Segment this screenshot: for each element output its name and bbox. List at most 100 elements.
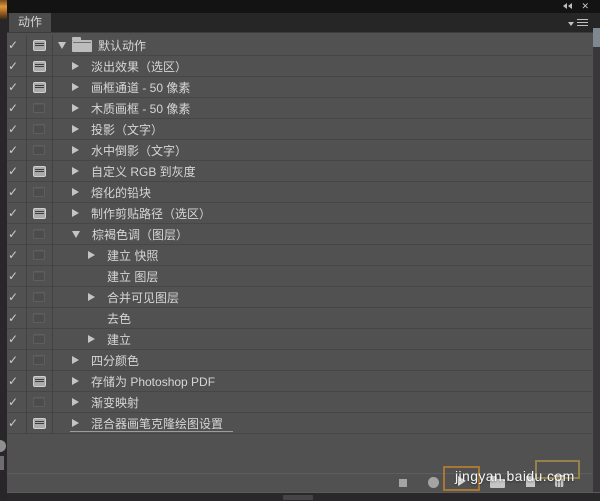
action-row[interactable]: ✓ 自定义 RGB 到灰度 [0,161,592,182]
action-label: 渐变映射 [91,394,139,411]
tab-actions[interactable]: 动作 [9,13,51,32]
actions-list: ✓ 默认动作 ✓ 淡出效果（选区） ✓ 画框通道 - 50 像素 [0,33,592,473]
record-button[interactable] [428,477,439,488]
action-row[interactable]: ✓ 水中倒影（文字） [0,140,592,161]
modal-control-toggle[interactable] [26,271,52,281]
panel-titlebar: ✕ [0,0,600,13]
action-label: 建立 快照 [107,247,158,264]
dialog-icon [33,61,46,72]
action-row[interactable]: ✓ 四分颜色 [0,350,592,371]
dialog-icon [33,355,45,365]
close-icon[interactable]: ✕ [581,0,589,13]
modal-control-toggle[interactable] [26,40,52,51]
modal-control-toggle[interactable] [26,376,52,387]
modal-control-toggle[interactable] [26,61,52,72]
modal-control-toggle[interactable] [26,250,52,260]
modal-control-toggle[interactable] [26,103,52,113]
hamburger-lines-icon [577,19,588,27]
action-row[interactable]: ✓ 混合器画笔克隆绘图设置 [0,413,592,434]
modal-control-toggle[interactable] [26,82,52,93]
action-label: 水中倒影（文字） [91,142,187,159]
dialog-icon [33,397,45,407]
action-set-row[interactable]: ✓ 默认动作 [0,35,592,56]
action-label: 合并可见图层 [107,289,179,306]
background-window-fragment [593,28,600,47]
stop-button[interactable] [399,479,407,487]
action-row[interactable]: ✓ 淡出效果（选区） [0,56,592,77]
action-label: 去色 [107,310,131,327]
modal-control-toggle[interactable] [26,187,52,197]
dialog-column-divider [52,35,53,434]
dialog-icon [33,208,46,219]
dialog-icon [33,418,46,429]
action-label: 木质画框 - 50 像素 [91,100,190,117]
expand-arrow-icon[interactable] [72,419,79,427]
record-circle-icon [428,477,439,488]
dialog-icon [33,103,45,113]
modal-control-toggle[interactable] [26,355,52,365]
expand-arrow-icon[interactable] [88,272,95,280]
modal-control-toggle[interactable] [26,313,52,323]
action-row[interactable]: ✓ 渐变映射 [0,392,592,413]
action-step-row[interactable]: ✓ 建立 图层 [0,266,592,287]
panel-menu-icon[interactable] [568,19,588,27]
illegible-watermark-fragment [283,495,313,500]
expand-arrow-icon[interactable] [72,167,79,175]
action-step-row[interactable]: ✓ 建立 快照 [0,245,592,266]
action-step-row[interactable]: ✓ 去色 [0,308,592,329]
action-label: 画框通道 - 50 像素 [91,79,190,96]
modal-control-toggle[interactable] [26,145,52,155]
action-row[interactable]: ✓ 画框通道 - 50 像素 [0,77,592,98]
expand-arrow-icon[interactable] [72,188,79,196]
modal-control-toggle[interactable] [26,229,52,239]
action-row[interactable]: ✓ 棕褐色调（图层） [0,224,592,245]
expand-arrow-icon[interactable] [72,356,79,364]
dialog-icon [33,292,45,302]
action-label: 存储为 Photoshop PDF [91,373,215,390]
action-row[interactable]: ✓ 制作剪贴路径（选区） [0,203,592,224]
background-circle-fragment [0,440,6,452]
expand-arrow-icon[interactable] [72,146,79,154]
dialog-icon [33,124,45,134]
dialog-icon [33,250,45,260]
action-step-row[interactable]: ✓ 建立 [0,329,592,350]
expand-arrow-icon[interactable] [72,377,79,385]
expand-arrow-icon[interactable] [72,398,79,406]
dialog-icon [33,334,45,344]
expand-arrow-icon[interactable] [88,314,95,322]
expand-arrow-icon[interactable] [72,104,79,112]
dialog-icon [33,145,45,155]
expand-arrow-icon[interactable] [72,209,79,217]
expand-arrow-icon[interactable] [88,251,95,259]
panel-tabbar: 动作 [0,13,600,33]
action-row[interactable]: ✓ 存储为 Photoshop PDF [0,371,592,392]
expand-arrow-icon[interactable] [72,231,80,238]
expand-arrow-icon[interactable] [88,335,95,343]
watermark-text: jingyan.baidu.com [455,468,575,484]
modal-control-toggle[interactable] [26,124,52,134]
collapse-panels-icon[interactable] [563,3,572,9]
dialog-icon [33,271,45,281]
stop-square-icon [399,479,407,487]
expand-arrow-icon[interactable] [72,83,79,91]
left-edge [0,0,7,501]
modal-control-toggle[interactable] [26,292,52,302]
action-step-row[interactable]: ✓ 合并可见图层 [0,287,592,308]
action-label: 自定义 RGB 到灰度 [91,163,196,180]
action-label: 四分颜色 [91,352,139,369]
action-row[interactable]: ✓ 木质画框 - 50 像素 [0,98,592,119]
expand-arrow-icon[interactable] [88,293,95,301]
modal-control-toggle[interactable] [26,418,52,429]
expand-arrow-icon[interactable] [72,125,79,133]
action-row[interactable]: ✓ 熔化的铅块 [0,182,592,203]
modal-control-toggle[interactable] [26,397,52,407]
modal-control-toggle[interactable] [26,208,52,219]
modal-control-toggle[interactable] [26,166,52,177]
dialog-icon [33,229,45,239]
modal-control-toggle[interactable] [26,334,52,344]
expand-arrow-icon[interactable] [58,42,66,49]
action-label: 棕褐色调（图层） [92,226,188,243]
dialog-icon [33,40,46,51]
expand-arrow-icon[interactable] [72,62,79,70]
action-row[interactable]: ✓ 投影（文字） [0,119,592,140]
